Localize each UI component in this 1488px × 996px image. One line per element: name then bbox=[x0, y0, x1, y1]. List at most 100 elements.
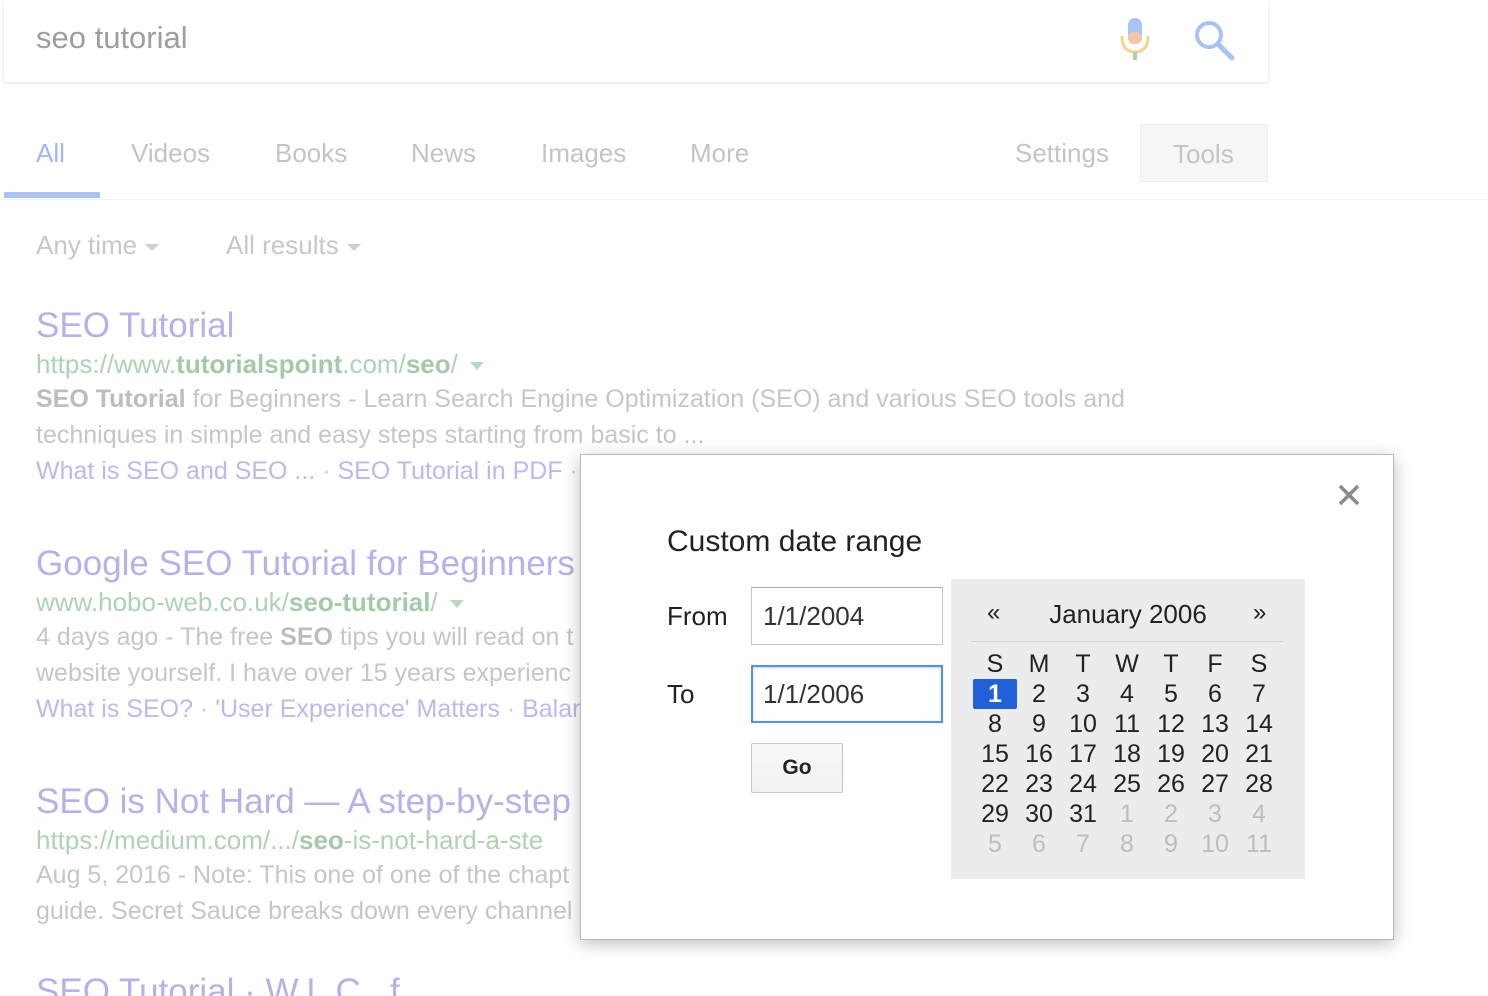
weekday-header: T bbox=[1075, 650, 1091, 678]
calendar-day[interactable]: 20 bbox=[1193, 739, 1237, 769]
calendar-day[interactable]: 30 bbox=[1017, 799, 1061, 829]
result-url[interactable]: https://medium.com/.../seo-is-not-hard-a… bbox=[36, 825, 543, 856]
result-title[interactable]: Google SEO Tutorial for Beginners bbox=[36, 544, 575, 584]
calendar-day[interactable]: 15 bbox=[973, 739, 1017, 769]
calendar-day-other-month[interactable]: 4 bbox=[1237, 799, 1281, 829]
url-part-bold: seo-tutorial bbox=[288, 587, 431, 617]
calendar-day[interactable]: 26 bbox=[1149, 769, 1193, 799]
caret-down-icon[interactable] bbox=[449, 600, 464, 609]
from-label: From bbox=[667, 601, 728, 631]
tools-button[interactable]: Tools bbox=[1140, 124, 1268, 182]
results-filter-dropdown[interactable]: All results bbox=[226, 230, 361, 261]
calendar-day[interactable]: 18 bbox=[1105, 739, 1149, 769]
calendar-day[interactable]: 22 bbox=[973, 769, 1017, 799]
calendar-day-other-month[interactable]: 10 bbox=[1193, 829, 1237, 859]
to-date-input[interactable] bbox=[751, 665, 943, 723]
calendar-day[interactable]: 12 bbox=[1149, 709, 1193, 739]
calendar-day[interactable]: 24 bbox=[1061, 769, 1105, 799]
results-filter-label: All results bbox=[226, 230, 339, 260]
calendar-day[interactable]: 5 bbox=[1149, 679, 1193, 709]
calendar-day[interactable]: 9 bbox=[1017, 709, 1061, 739]
result-url[interactable]: www.hobo-web.co.uk/seo-tutorial/ bbox=[36, 587, 464, 618]
search-tabs: All Videos Books News Images More Settin… bbox=[0, 124, 1488, 200]
close-icon[interactable] bbox=[1337, 483, 1361, 507]
url-part-bold: tutorialspoint bbox=[176, 349, 343, 379]
result-title[interactable]: SEO Tutorial bbox=[36, 306, 234, 346]
snippet-bold: SEO Tutorial bbox=[36, 385, 186, 413]
tab-news[interactable]: News bbox=[411, 138, 476, 169]
tab-settings[interactable]: Settings bbox=[1015, 138, 1109, 169]
tab-images[interactable]: Images bbox=[541, 138, 626, 169]
next-month-button[interactable]: » bbox=[1253, 599, 1266, 627]
result-title[interactable]: SEO Tutorial · W.L.C...f bbox=[36, 972, 400, 996]
url-part: .com/ bbox=[342, 349, 406, 379]
snippet-bold: SEO bbox=[280, 623, 333, 651]
calendar-day[interactable]: 1 bbox=[973, 679, 1017, 709]
calendar-day-other-month[interactable]: 1 bbox=[1105, 799, 1149, 829]
weekday-header: S bbox=[986, 650, 1004, 678]
calendar-day[interactable]: 2 bbox=[1017, 679, 1061, 709]
calendar-day-other-month[interactable]: 3 bbox=[1193, 799, 1237, 829]
sitelink[interactable]: 'User Experience' Matters bbox=[215, 695, 500, 723]
search-input[interactable]: seo tutorial bbox=[36, 20, 188, 56]
calendar-day[interactable]: 8 bbox=[973, 709, 1017, 739]
result-title[interactable]: SEO is Not Hard — A step-by-step S bbox=[36, 782, 604, 822]
calendar-day[interactable]: 27 bbox=[1193, 769, 1237, 799]
from-date-input[interactable] bbox=[751, 587, 943, 645]
calendar-day[interactable]: 6 bbox=[1193, 679, 1237, 709]
result-snippet: techniques in simple and easy steps star… bbox=[36, 421, 705, 449]
sitelink[interactable]: Balar bbox=[522, 695, 580, 723]
calendar-day-other-month[interactable]: 9 bbox=[1149, 829, 1193, 859]
calendar-grid: S M T W T F S 1 2 3 4 5 6 7 8 9 10 11 12 13 14 15 16 17 1… bbox=[973, 649, 1281, 859]
result-snippet: guide. Secret Sauce breaks down every ch… bbox=[36, 897, 573, 925]
calendar-day-other-month[interactable]: 7 bbox=[1061, 829, 1105, 859]
time-filter-label: Any time bbox=[36, 230, 138, 260]
tab-more[interactable]: More bbox=[690, 138, 749, 169]
calendar-day[interactable]: 14 bbox=[1237, 709, 1281, 739]
weekday-header: F bbox=[1207, 650, 1223, 678]
go-button[interactable]: Go bbox=[751, 743, 843, 793]
calendar-day-other-month[interactable]: 11 bbox=[1237, 829, 1281, 859]
tab-videos[interactable]: Videos bbox=[131, 138, 210, 169]
calendar-day[interactable]: 31 bbox=[1061, 799, 1105, 829]
calendar-day[interactable]: 25 bbox=[1105, 769, 1149, 799]
weekday-header: W bbox=[1115, 650, 1139, 678]
search-icon[interactable] bbox=[1192, 18, 1236, 62]
calendar-day[interactable]: 23 bbox=[1017, 769, 1061, 799]
calendar-day[interactable]: 7 bbox=[1237, 679, 1281, 709]
microphone-icon[interactable] bbox=[1116, 16, 1156, 62]
sitelink[interactable]: What is SEO and SEO ... bbox=[36, 457, 315, 485]
result-sitelinks: What is SEO and SEO ... · SEO Tutorial i… bbox=[36, 457, 601, 486]
weekday-header: M bbox=[1028, 650, 1050, 678]
calendar-day-other-month[interactable]: 6 bbox=[1017, 829, 1061, 859]
active-tab-indicator bbox=[4, 192, 100, 198]
calendar-day[interactable]: 17 bbox=[1061, 739, 1105, 769]
calendar-day[interactable]: 11 bbox=[1105, 709, 1149, 739]
time-filter-dropdown[interactable]: Any time bbox=[36, 230, 160, 261]
calendar-day[interactable]: 4 bbox=[1105, 679, 1149, 709]
calendar-day[interactable]: 28 bbox=[1237, 769, 1281, 799]
calendar-day[interactable]: 21 bbox=[1237, 739, 1281, 769]
result-url[interactable]: https://www.tutorialspoint.com/seo/ bbox=[36, 349, 484, 380]
calendar-day[interactable]: 16 bbox=[1017, 739, 1061, 769]
sitelink[interactable]: What is SEO? bbox=[36, 695, 193, 723]
calendar-day-other-month[interactable]: 5 bbox=[973, 829, 1017, 859]
snippet-date: Aug 5, 2016 bbox=[36, 861, 171, 889]
sitelink[interactable]: SEO Tutorial in PDF bbox=[338, 457, 563, 485]
snippet-text: - Note: This one of one of the chapt bbox=[170, 861, 570, 889]
calendar-day[interactable]: 29 bbox=[973, 799, 1017, 829]
weekday-header: S bbox=[1250, 650, 1268, 678]
tab-books[interactable]: Books bbox=[275, 138, 347, 169]
result-snippet: SEO Tutorial for Beginners - Learn Searc… bbox=[36, 385, 1125, 414]
tab-all[interactable]: All bbox=[36, 138, 65, 169]
calendar-day[interactable]: 3 bbox=[1061, 679, 1105, 709]
calendar-day-other-month[interactable]: 8 bbox=[1105, 829, 1149, 859]
calendar-day[interactable]: 10 bbox=[1061, 709, 1105, 739]
calendar-day-other-month[interactable]: 2 bbox=[1149, 799, 1193, 829]
caret-down-icon[interactable] bbox=[469, 362, 484, 371]
snippet-text: for Beginners - Learn Search Engine Opti… bbox=[185, 385, 1125, 413]
caret-down-icon bbox=[145, 243, 160, 251]
calendar-day[interactable]: 13 bbox=[1193, 709, 1237, 739]
search-box[interactable]: seo tutorial bbox=[4, 0, 1268, 82]
calendar-day[interactable]: 19 bbox=[1149, 739, 1193, 769]
